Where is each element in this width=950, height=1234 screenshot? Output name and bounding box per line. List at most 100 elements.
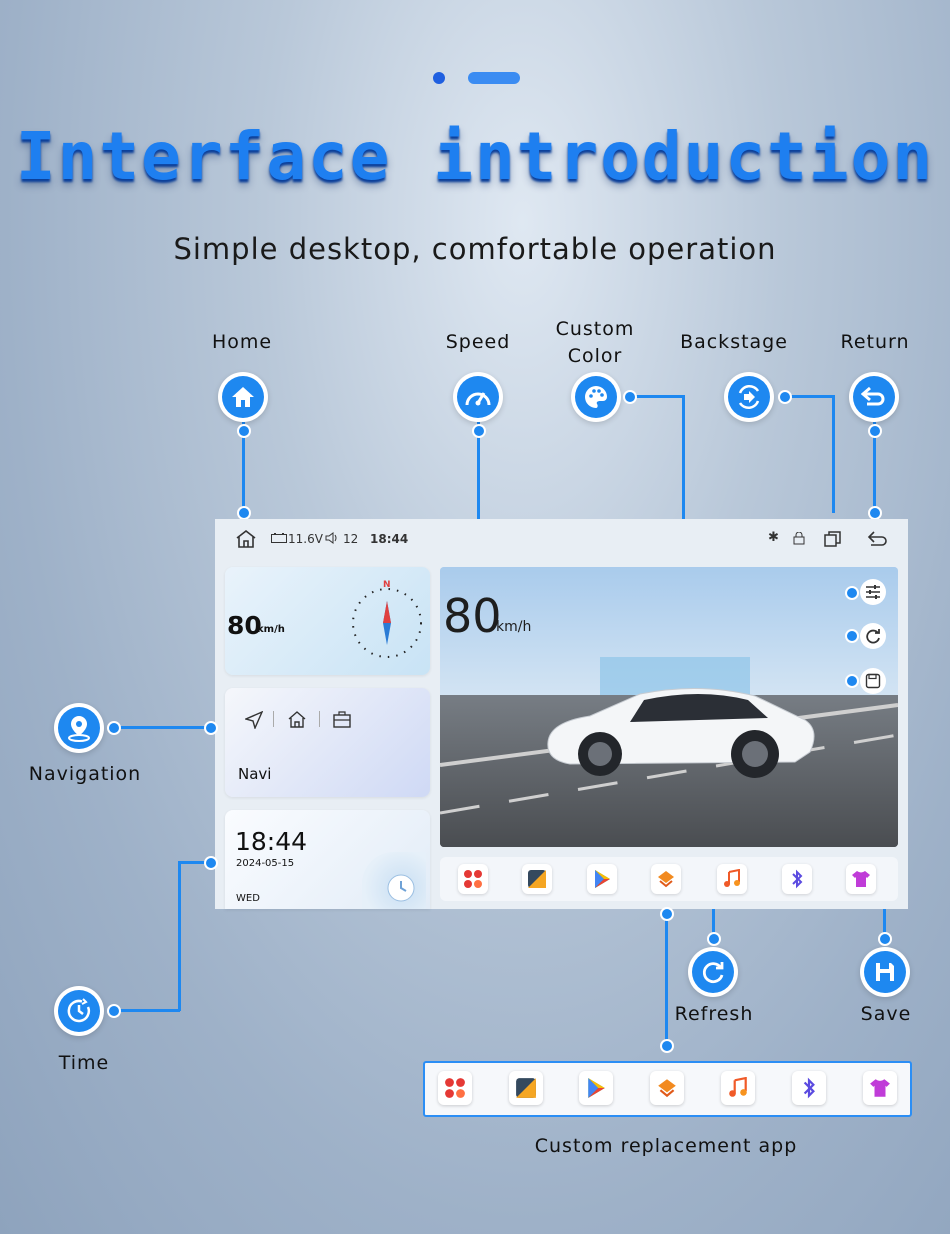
time-card-weekday: WED [236,893,260,904]
play-store-icon [595,870,610,888]
refresh-dot [707,932,721,946]
custom-color-target-dot [845,586,859,600]
save-label: Save [860,1003,912,1025]
navigation-label: Navigation [28,763,142,785]
map-pin-icon [68,716,90,742]
navi-label: Navi [238,765,272,783]
bluetooth-icon [803,1077,815,1099]
apps-grid-button[interactable] [458,864,488,894]
divider [273,711,274,727]
wallpaper-icon [528,870,546,888]
time-connector-v [178,861,181,1011]
speedometer-icon [465,392,491,406]
scene-speed: 80 [443,589,502,643]
status-clock: 18:44 [370,532,409,546]
theme-button[interactable] [650,1071,684,1105]
return-dot-bottom [868,506,882,520]
theme-button[interactable] [651,864,681,894]
tshirt-icon [852,871,870,887]
navigation-arrow-icon[interactable] [245,711,263,729]
voltage-text: 11.6V [288,532,323,546]
bluetooth-button[interactable] [792,1071,826,1105]
apps-grid-button[interactable] [438,1071,472,1105]
clock-icon [387,874,415,902]
compass-icon [352,588,422,658]
custom-app-dot [660,1039,674,1053]
clock-icon [67,998,91,1023]
play-store-button[interactable] [587,864,617,894]
apps-grid-icon [445,1078,465,1098]
refresh-icon [702,962,724,984]
bluetooth-button[interactable] [782,864,812,894]
palette-icon [585,386,607,408]
save-icon [876,963,894,981]
divider [319,711,320,727]
save-button[interactable] [860,668,886,694]
theme-icon [658,871,674,888]
car-scene[interactable]: 80 km/h [440,567,898,847]
wallpaper-button[interactable] [509,1071,543,1105]
wallpaper-button[interactable] [522,864,552,894]
refresh-badge [688,947,738,997]
page-subtitle: Simple desktop, comfortable operation [173,232,777,266]
status-bar: 11.6V 12 18:44 ✱ [215,519,908,559]
music-button[interactable] [717,864,747,894]
recent-apps-icon[interactable] [824,531,842,547]
backstage-connector-v [832,395,835,513]
refresh-target-dot [845,629,859,643]
backstage-label: Backstage [680,331,788,353]
backstage-badge [724,372,774,422]
tshirt-button[interactable] [846,864,876,894]
briefcase-icon[interactable] [333,711,351,728]
time-connector-h2 [112,1009,180,1012]
custom-app-bar [423,1061,912,1117]
refresh-button[interactable] [860,623,886,649]
backstage-icon [738,384,760,410]
time-card-time: 18:44 [235,827,308,856]
return-badge [849,372,899,422]
apps-grid-icon [464,870,482,888]
custom-color-label-1: Custom [555,318,635,340]
speed-dot-top [472,424,486,438]
car-image [547,687,815,778]
back-icon[interactable] [867,530,889,548]
wallpaper-icon [516,1078,536,1098]
time-card[interactable]: 18:44 2024-05-15 WED [225,810,430,909]
tshirt-button[interactable] [863,1071,897,1105]
custom-color-button[interactable] [860,579,886,605]
save-dot [878,932,892,946]
bluetooth-icon: ✱ [768,530,779,545]
refresh-label: Refresh [674,1003,754,1025]
time-dot-left [107,1004,121,1018]
play-store-button[interactable] [579,1071,613,1105]
custom-app-label: Custom replacement app [534,1135,798,1157]
home-badge [218,372,268,422]
custom-color-dot [623,390,637,404]
bluetooth-icon [792,869,803,889]
home-icon[interactable] [287,710,307,728]
time-dot-right [204,856,218,870]
save-badge [860,947,910,997]
scene-unit: km/h [496,619,532,635]
navi-card[interactable]: Navi [225,688,430,797]
navigation-dot-right [204,721,218,735]
home-label: Home [211,331,273,353]
volume-icon [325,532,337,544]
page-title: Interface introduction [15,118,935,195]
home-icon[interactable] [235,529,257,549]
custom-color-badge [571,372,621,422]
app-dock [440,857,898,901]
battery-icon [271,533,287,543]
backstage-dot [778,390,792,404]
sliders-icon [866,585,880,599]
navigation-badge [54,703,104,753]
return-icon [861,386,885,406]
volume-text: 12 [343,532,359,546]
speed-card[interactable]: 80 km/h N [225,567,430,675]
music-button[interactable] [721,1071,755,1105]
save-target-dot [845,674,859,688]
navigation-connector [112,726,210,729]
save-icon [865,673,881,689]
time-label: Time [58,1052,110,1074]
speed-card-unit: km/h [257,624,285,635]
